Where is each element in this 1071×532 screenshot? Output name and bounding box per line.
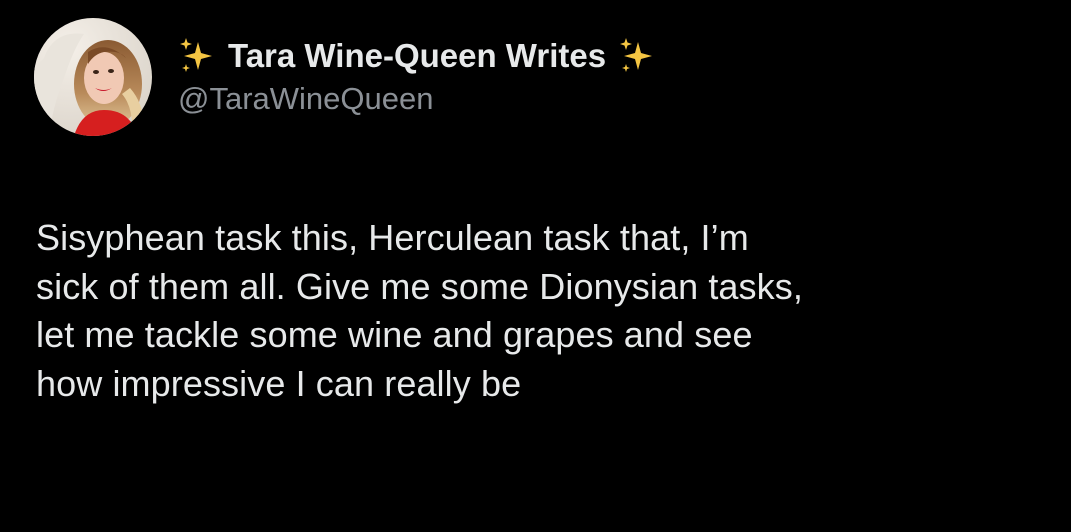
tweet-text-line: sick of them all. Give me some Dionysian… (36, 265, 803, 307)
author-block: Tara Wine-Queen Writes @TaraWineQueen (178, 33, 656, 117)
tweet-text-line: Sisyphean task this, Herculean task that… (36, 217, 749, 258)
display-name[interactable]: Tara Wine-Queen Writes (228, 37, 606, 75)
avatar-image (34, 18, 152, 136)
tweet-header: Tara Wine-Queen Writes @TaraWineQueen (34, 18, 656, 136)
tweet-text-line: how impressive I can really be (36, 362, 522, 404)
tweet-text-line: let me tackle some wine and grapes and s… (36, 314, 753, 355)
tweet-card: Tara Wine-Queen Writes @TaraWineQueen Si… (0, 0, 1071, 532)
tweet-text: Sisyphean task this, Herculean task that… (36, 214, 1046, 408)
sparkles-icon (620, 38, 653, 72)
name-row: Tara Wine-Queen Writes (178, 33, 656, 79)
user-handle[interactable]: @TaraWineQueen (178, 81, 656, 117)
sparkles-icon (180, 38, 212, 72)
avatar[interactable] (34, 18, 152, 136)
